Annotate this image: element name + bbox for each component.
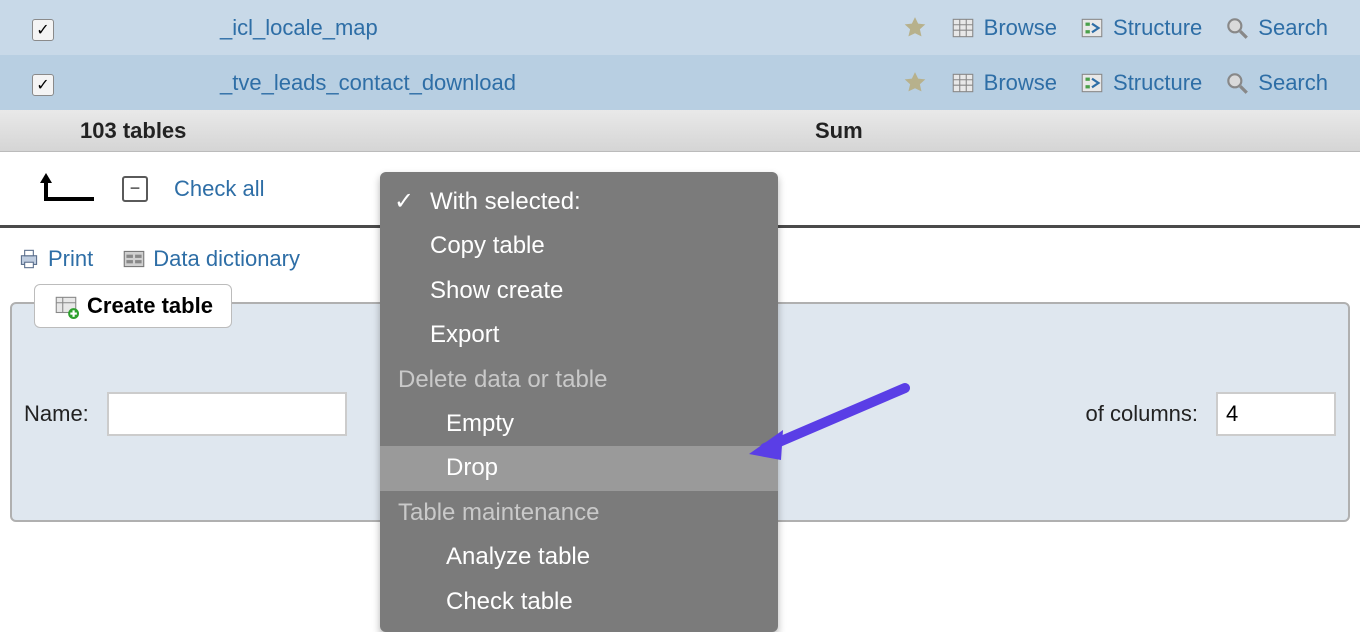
structure-icon [1079, 15, 1105, 41]
structure-label: Structure [1113, 70, 1202, 96]
table-name-link[interactable]: _icl_locale_map [220, 15, 902, 41]
table-row: ✓ _icl_locale_map Browse Structure Searc… [0, 0, 1360, 55]
search-icon [1224, 70, 1250, 96]
table-name-input[interactable] [107, 392, 347, 436]
print-icon [16, 246, 42, 272]
sum-label: Sum [815, 118, 863, 144]
search-action[interactable]: Search [1224, 15, 1328, 41]
data-dictionary-label: Data dictionary [153, 246, 300, 272]
browse-action[interactable]: Browse [950, 15, 1057, 41]
star-icon [902, 15, 928, 41]
structure-label: Structure [1113, 15, 1202, 41]
structure-action[interactable]: Structure [1079, 70, 1202, 96]
arrow-up-left-icon [36, 169, 96, 209]
search-action[interactable]: Search [1224, 70, 1328, 96]
search-icon [1224, 15, 1250, 41]
dd-copy-table[interactable]: Copy table [380, 224, 778, 268]
name-label: Name: [24, 401, 89, 427]
dd-group-delete: Delete data or table [380, 358, 778, 402]
with-selected-dropdown[interactable]: With selected: Copy table Show create Ex… [380, 172, 778, 632]
table-icon [950, 15, 976, 41]
dd-group-maintenance: Table maintenance [380, 491, 778, 535]
star-icon [902, 70, 928, 96]
create-table-label: Create table [87, 293, 213, 319]
checkbox-cell: ✓ [10, 70, 220, 96]
row-checkbox[interactable]: ✓ [32, 19, 54, 41]
row-checkbox[interactable]: ✓ [32, 74, 54, 96]
columns-label: of columns: [1086, 401, 1199, 427]
browse-label: Browse [984, 15, 1057, 41]
dd-analyze[interactable]: Analyze table [380, 535, 778, 579]
table-name-link[interactable]: _tve_leads_contact_download [220, 70, 902, 96]
dd-export[interactable]: Export [380, 313, 778, 357]
dd-check[interactable]: Check table [380, 580, 778, 624]
summary-row: 103 tables Sum [0, 110, 1360, 152]
dd-show-create[interactable]: Show create [380, 269, 778, 313]
browse-label: Browse [984, 70, 1057, 96]
search-label: Search [1258, 15, 1328, 41]
checkall-link[interactable]: Check all [174, 176, 264, 202]
data-dictionary-link[interactable]: Data dictionary [121, 246, 300, 272]
columns-input[interactable] [1216, 392, 1336, 436]
table-add-icon [53, 293, 79, 319]
tables-count: 103 tables [0, 118, 815, 144]
create-table-button[interactable]: Create table [34, 284, 232, 328]
table-icon [950, 70, 976, 96]
dd-empty[interactable]: Empty [380, 402, 778, 446]
favorite-action[interactable] [902, 70, 928, 96]
favorite-action[interactable] [902, 15, 928, 41]
structure-icon [1079, 70, 1105, 96]
table-row: ✓ _tve_leads_contact_download Browse Str… [0, 55, 1360, 110]
checkall-checkbox[interactable]: − [122, 176, 148, 202]
search-label: Search [1258, 70, 1328, 96]
browse-action[interactable]: Browse [950, 70, 1057, 96]
print-link[interactable]: Print [16, 246, 93, 272]
dd-drop[interactable]: Drop [380, 446, 778, 490]
print-label: Print [48, 246, 93, 272]
checkbox-cell: ✓ [10, 15, 220, 41]
dd-with-selected[interactable]: With selected: [380, 180, 778, 224]
structure-action[interactable]: Structure [1079, 15, 1202, 41]
data-dictionary-icon [121, 246, 147, 272]
